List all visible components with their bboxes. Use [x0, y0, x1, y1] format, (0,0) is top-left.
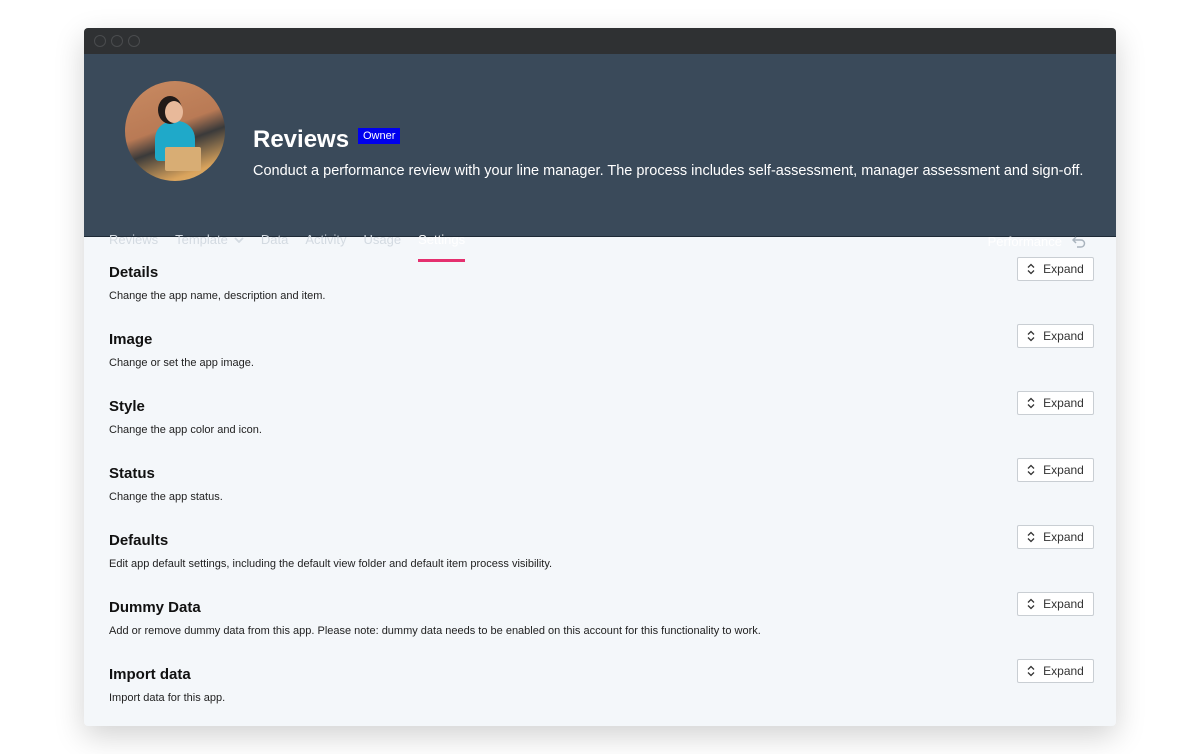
- chevron-down-icon: [234, 236, 244, 243]
- tab-settings[interactable]: Settings: [418, 232, 466, 262]
- section-title: Import data: [109, 666, 191, 683]
- app-header: Reviews Owner Conduct a performance revi…: [84, 54, 1116, 262]
- section-title: Image: [109, 331, 153, 348]
- tab-label: Settings: [418, 232, 466, 247]
- tab-label: Reviews: [109, 232, 159, 247]
- settings-section: Style Change the app color and icon. Exp…: [109, 391, 1094, 458]
- chevron-up-down-icon: [1027, 263, 1035, 275]
- expand-label: Expand: [1043, 664, 1084, 678]
- expand-label: Expand: [1043, 262, 1084, 276]
- maximize-window-button[interactable]: [128, 35, 140, 47]
- section-description: Edit app default settings, including the…: [109, 558, 553, 570]
- expand-label: Expand: [1043, 329, 1084, 343]
- performance-label: Performance: [987, 234, 1062, 249]
- tab-reviews[interactable]: Reviews: [109, 232, 158, 258]
- tab-data[interactable]: Data: [261, 232, 288, 258]
- page-title: Reviews: [253, 126, 350, 153]
- tab-label: Template: [175, 232, 228, 247]
- chevron-up-down-icon: [1027, 531, 1035, 543]
- section-title: Defaults: [109, 532, 169, 549]
- tab-label: Usage: [363, 232, 402, 247]
- tab-usage[interactable]: Usage: [364, 232, 402, 258]
- tab-activity[interactable]: Activity: [305, 232, 346, 258]
- tab-label: Activity: [305, 232, 347, 247]
- expand-button[interactable]: Expand: [1017, 257, 1094, 281]
- section-description: Change or set the app image.: [109, 357, 254, 369]
- chevron-up-down-icon: [1027, 397, 1035, 409]
- settings-section: Defaults Edit app default settings, incl…: [109, 525, 1094, 592]
- section-description: Add or remove dummy data from this app. …: [109, 625, 761, 637]
- expand-label: Expand: [1043, 530, 1084, 544]
- expand-button[interactable]: Expand: [1017, 391, 1094, 415]
- performance-link[interactable]: Performance: [988, 234, 1086, 249]
- expand-button[interactable]: Expand: [1017, 324, 1094, 348]
- expand-button[interactable]: Expand: [1017, 592, 1094, 616]
- section-description: Change the app status.: [109, 491, 223, 503]
- chevron-up-down-icon: [1027, 330, 1035, 342]
- tab-label: Data: [260, 232, 289, 247]
- chevron-up-down-icon: [1027, 665, 1035, 677]
- minimize-window-button[interactable]: [111, 35, 123, 47]
- expand-button[interactable]: Expand: [1017, 525, 1094, 549]
- settings-section: Details Change the app name, description…: [109, 257, 1094, 324]
- expand-button[interactable]: Expand: [1017, 659, 1094, 683]
- title-bar: [84, 28, 1116, 54]
- section-title: Details: [109, 264, 159, 281]
- section-title: Style: [109, 398, 145, 415]
- app-description: Conduct a performance review with your l…: [253, 163, 1084, 179]
- section-description: Import data for this app.: [109, 692, 226, 704]
- expand-label: Expand: [1043, 463, 1084, 477]
- section-title: Status: [109, 465, 155, 482]
- settings-section: Status Change the app status. Expand: [109, 458, 1094, 525]
- owner-badge: Owner: [358, 128, 401, 144]
- chevron-up-down-icon: [1027, 598, 1035, 610]
- expand-button[interactable]: Expand: [1017, 458, 1094, 482]
- expand-label: Expand: [1043, 396, 1084, 410]
- tab-template[interactable]: Template: [175, 232, 244, 258]
- return-icon: [1072, 235, 1086, 248]
- expand-label: Expand: [1043, 597, 1084, 611]
- settings-section: Dummy Data Add or remove dummy data from…: [109, 592, 1094, 659]
- section-description: Change the app name, description and ite…: [109, 290, 326, 302]
- app-window: Reviews Owner Conduct a performance revi…: [84, 28, 1116, 726]
- section-description: Change the app color and icon.: [109, 424, 262, 436]
- chevron-up-down-icon: [1027, 464, 1035, 476]
- section-title: Dummy Data: [109, 599, 201, 616]
- close-window-button[interactable]: [94, 35, 106, 47]
- settings-section: Import data Import data for this app. Ex…: [109, 659, 1094, 726]
- nav-tabs: Reviews Template Data Activity Usage Set…: [109, 232, 466, 262]
- app-image: [125, 81, 225, 181]
- settings-section: Image Change or set the app image. Expan…: [109, 324, 1094, 391]
